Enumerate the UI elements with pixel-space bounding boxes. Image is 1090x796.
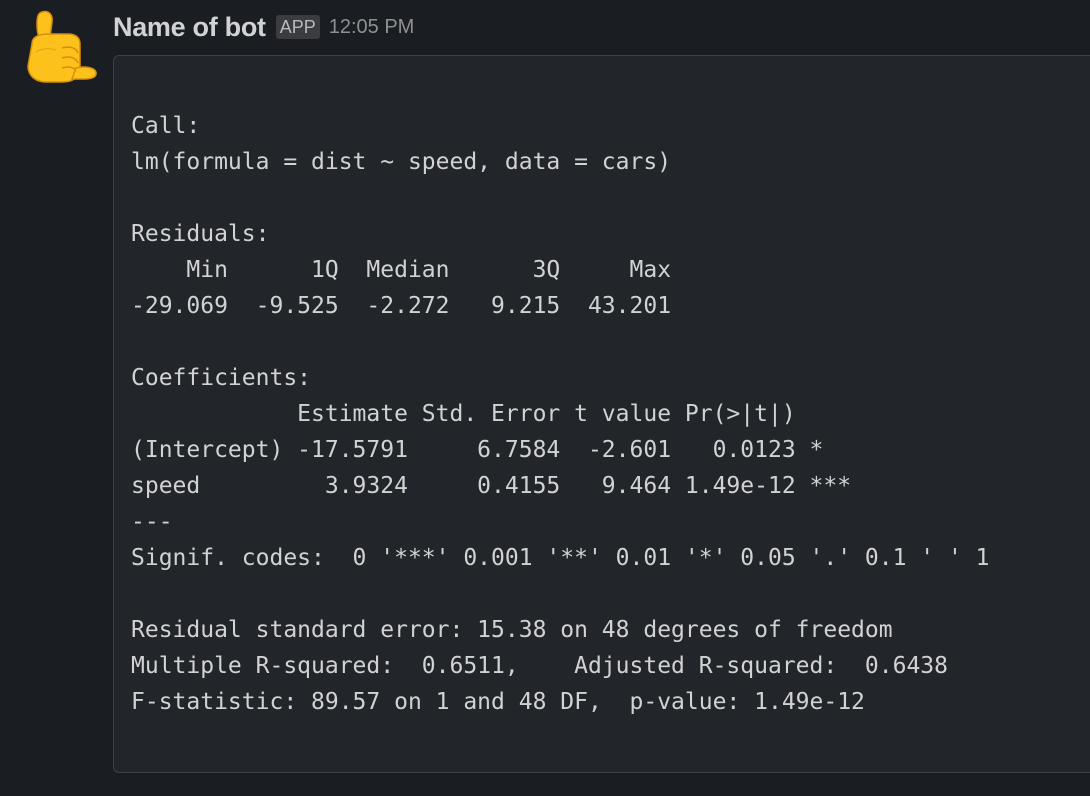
code-block: Call: lm(formula = dist ~ speed, data = … xyxy=(113,55,1090,773)
call-me-hand-emoji-icon[interactable] xyxy=(22,8,98,84)
code-text: Call: lm(formula = dist ~ speed, data = … xyxy=(131,113,990,715)
message-header: Name of bot APP 12:05 PM xyxy=(113,10,414,44)
message: Name of bot APP 12:05 PM Call: lm(formul… xyxy=(0,0,1090,796)
bot-name[interactable]: Name of bot xyxy=(113,12,266,43)
app-badge: APP xyxy=(275,15,320,39)
message-timestamp[interactable]: 12:05 PM xyxy=(329,16,415,39)
